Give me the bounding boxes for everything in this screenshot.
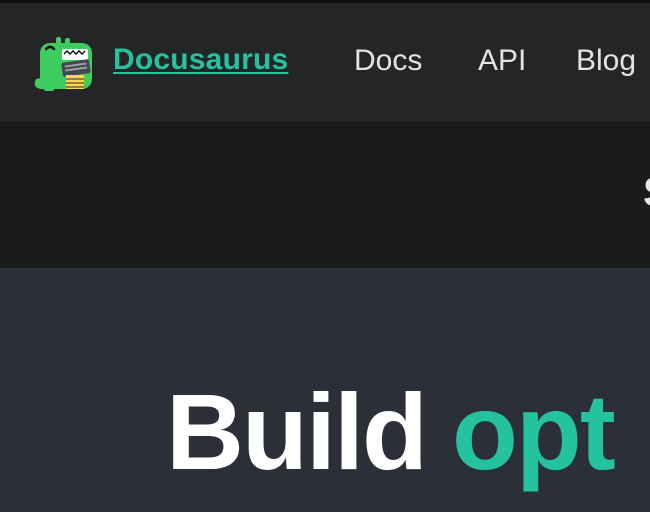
brand-link[interactable]: Docusaurus: [113, 43, 288, 77]
hero-title-word-build: Build: [166, 371, 428, 492]
banner-text: S: [643, 168, 650, 216]
announcement-banner: S: [0, 122, 650, 268]
hero-section: Build opt: [0, 268, 650, 512]
nav-link-blog[interactable]: Blog: [576, 44, 636, 78]
docusaurus-logo-icon[interactable]: [32, 35, 96, 93]
hero-title: Build opt: [166, 378, 616, 486]
nav-link-docs[interactable]: Docs: [354, 44, 422, 78]
nav-link-api[interactable]: API: [478, 44, 526, 78]
hero-title-word-accent: opt: [451, 371, 616, 492]
navbar: Docusaurus Docs API Blog: [0, 3, 650, 122]
